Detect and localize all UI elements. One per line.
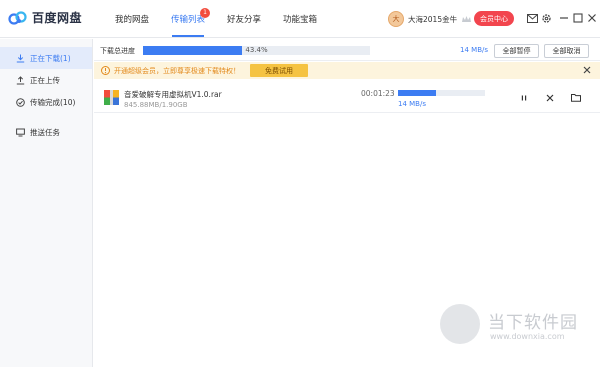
upload-icon (16, 75, 25, 85)
pause-icon[interactable] (518, 92, 529, 103)
tab-label: 我的网盘 (114, 15, 149, 25)
tab-my-netdisk[interactable]: 我的网盘 (104, 0, 160, 38)
task-speed: 14 MB/s (398, 100, 426, 108)
sidebar-item-label: 正在上传 (30, 75, 60, 85)
tab-toolbox[interactable]: 功能宝箱 (272, 0, 328, 38)
file-size: 845.88MB/1.90GB (124, 101, 188, 109)
tab-label: 功能宝箱 (282, 15, 317, 25)
avatar[interactable]: 大 (388, 11, 404, 27)
watermark-logo-icon (440, 304, 480, 344)
watermark: 当下软件园 www.downxia.com (440, 296, 590, 356)
app-title: 百度网盘 (32, 11, 83, 25)
minimize-icon[interactable] (558, 12, 570, 24)
avatar-initial: 大 (392, 15, 400, 23)
overall-progress-percent: 43.4% (245, 46, 268, 54)
time-remaining: 00:01:23 (361, 89, 395, 98)
notification-badge: 1 (200, 8, 210, 18)
banner-close-icon[interactable] (582, 65, 592, 75)
free-trial-button[interactable]: 免费试用 (250, 64, 308, 77)
watermark-url: www.downxia.com (490, 332, 565, 341)
sidebar-item-uploading[interactable]: 正在上传 (0, 69, 92, 91)
promo-banner: 开通超级会员，立即尊享极速下载特权！ 免费试用 (94, 62, 600, 79)
task-progress-fill (398, 90, 436, 96)
open-folder-icon[interactable] (570, 92, 581, 103)
check-circle-icon (16, 97, 25, 107)
monitor-icon (16, 128, 25, 137)
username[interactable]: 大海2015金牛 (408, 14, 457, 25)
main-nav: 我的网盘 传输列表 1 好友分享 功能宝箱 (104, 0, 328, 38)
tab-friend-share[interactable]: 好友分享 (216, 0, 272, 38)
banner-text: 开通超级会员，立即尊享极速下载特权！ (114, 67, 240, 75)
overall-progress-label: 下载总进度 (100, 47, 135, 55)
rar-archive-icon (104, 90, 119, 105)
overall-speed: 14 MB/s (460, 46, 488, 54)
file-name: 音爱破解专用虚拟机V1.0.rar (124, 90, 222, 99)
tab-label: 好友分享 (226, 15, 261, 25)
overall-progress-bar: 43.4% (143, 46, 370, 55)
baidu-netdisk-logo-icon (8, 10, 27, 25)
settings-gear-icon[interactable] (540, 12, 552, 24)
download-task-row[interactable]: 音爱破解专用虚拟机V1.0.rar 845.88MB/1.90GB 00:01:… (94, 83, 600, 113)
app-logo: 百度网盘 (8, 9, 82, 26)
maximize-icon[interactable] (572, 12, 584, 24)
sidebar-item-push-tasks[interactable]: 推送任务 (0, 121, 92, 143)
user-info[interactable]: 大 大海2015金牛 (388, 11, 472, 27)
vip-crown-icon (462, 15, 472, 22)
sidebar-item-label: 推送任务 (30, 127, 60, 137)
sidebar-item-label: 传输完成(10) (30, 97, 76, 107)
overall-progress-row: 下载总进度 43.4% 14 MB/s 全部暂停 全部取消 (94, 39, 600, 61)
download-icon (16, 54, 25, 63)
sidebar-item-downloading[interactable]: 正在下载(1) (0, 47, 92, 69)
cancel-task-icon[interactable] (544, 92, 555, 103)
close-icon[interactable] (586, 12, 598, 24)
pause-all-button[interactable]: 全部暂停 (494, 44, 539, 58)
member-center-button[interactable]: 会员中心 (474, 11, 514, 26)
warning-icon (101, 66, 110, 75)
watermark-text: 当下软件园 (488, 313, 578, 333)
sidebar: 正在下载(1) 正在上传 传输完成(10) 推送任务 (0, 39, 93, 367)
task-progress-bar (398, 90, 485, 96)
sidebar-item-completed[interactable]: 传输完成(10) (0, 91, 92, 113)
cancel-all-button[interactable]: 全部取消 (544, 44, 589, 58)
tab-transfer-list[interactable]: 传输列表 1 (160, 0, 216, 38)
sidebar-item-label: 正在下载(1) (30, 53, 71, 63)
mail-icon[interactable] (526, 12, 538, 24)
title-bar: 百度网盘 我的网盘 传输列表 1 好友分享 功能宝箱 大 大海2015金牛 会员… (0, 0, 600, 38)
